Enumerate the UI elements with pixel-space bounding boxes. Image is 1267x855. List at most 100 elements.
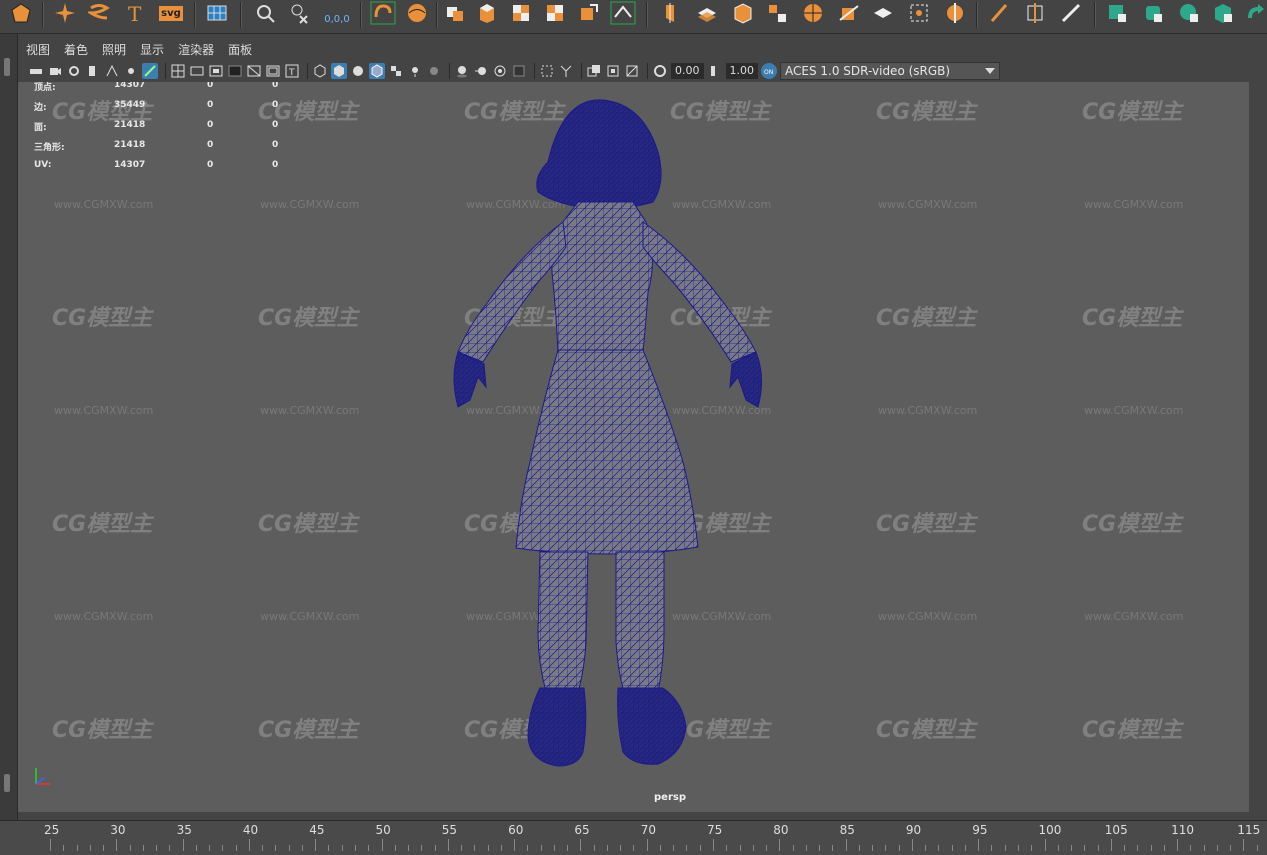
shelf-target-icon[interactable] <box>904 0 934 26</box>
anti-aliasing-icon[interactable] <box>492 63 508 79</box>
shelf-knife-icon[interactable] <box>1056 0 1086 26</box>
lights-icon[interactable] <box>407 63 423 79</box>
menu-panels[interactable]: 面板 <box>228 41 252 58</box>
resolution-gate-icon[interactable] <box>208 63 224 79</box>
shelf-multicut-icon[interactable] <box>1020 0 1050 26</box>
timeline-frame-label: 115 <box>1237 823 1261 837</box>
shelf-svg-icon[interactable]: svg <box>156 0 186 26</box>
shelf-teal-cube-icon[interactable] <box>1208 0 1238 26</box>
shelf-split-icon[interactable] <box>656 0 686 26</box>
pencil-icon[interactable] <box>142 63 158 79</box>
timeline-tick <box>142 845 144 851</box>
camera-attributes-icon[interactable] <box>47 63 63 79</box>
timeline-tick <box>819 845 821 851</box>
shelf-teal-box-icon[interactable] <box>1102 0 1132 26</box>
shelf-mirror-icon[interactable] <box>940 0 970 26</box>
shelf-pen-icon[interactable] <box>984 0 1014 26</box>
shelf-teal-cylinder-icon[interactable] <box>1138 0 1168 26</box>
motion-blur-icon[interactable] <box>473 63 489 79</box>
timeline-tick <box>580 839 582 851</box>
3d-viewport[interactable]: CG模型主 www.CGMXW.com CG模型主 www.CGMXW.com CG模型… <box>18 82 1249 812</box>
image-plane-icon[interactable] <box>85 63 101 79</box>
exposure-field[interactable]: 0.00 <box>671 63 704 79</box>
shelf-extrude-icon[interactable] <box>472 0 502 26</box>
hair-mesh <box>536 99 662 209</box>
xray-joints-icon[interactable] <box>586 63 602 79</box>
timeline-tick <box>381 839 383 851</box>
shelf-cube-split-icon[interactable] <box>440 0 470 26</box>
shelf-magnifier-icon[interactable] <box>250 0 280 26</box>
menu-shading[interactable]: 着色 <box>64 41 88 58</box>
exposure-icon[interactable] <box>652 63 668 79</box>
timeline-tick <box>1163 845 1165 851</box>
timeline-frame-label: 105 <box>1104 823 1128 837</box>
shelf-plane-icon[interactable] <box>868 0 898 26</box>
shelf-spring-icon[interactable] <box>84 0 114 26</box>
shelf-bevel-icon[interactable] <box>608 0 638 26</box>
shelf-wheel-icon[interactable] <box>798 0 828 26</box>
safe-title-icon[interactable]: T <box>284 63 300 79</box>
shelf-sphere-icon[interactable] <box>402 0 432 26</box>
depth-of-field-icon[interactable] <box>511 63 527 79</box>
shelf-slice-icon[interactable] <box>834 0 864 26</box>
grease-pencil-icon[interactable] <box>123 63 139 79</box>
gate-mask-icon[interactable] <box>227 63 243 79</box>
default-material-icon[interactable] <box>350 63 366 79</box>
select-camera-icon[interactable] <box>28 63 44 79</box>
shelf-combine-icon[interactable] <box>540 0 570 26</box>
color-space-value: ACES 1.0 SDR-video (sRGB) <box>785 64 951 78</box>
wireframe-icon[interactable] <box>312 63 328 79</box>
character-wireframe-model[interactable] <box>18 82 1249 812</box>
menu-renderer[interactable]: 渲染器 <box>178 41 214 58</box>
grid-icon[interactable] <box>170 63 186 79</box>
color-space-dropdown[interactable]: ACES 1.0 SDR-video (sRGB) <box>780 62 1000 80</box>
xray-icon[interactable] <box>558 63 574 79</box>
shelf-checker-icon[interactable] <box>506 0 536 26</box>
wireframe-on-shaded-icon[interactable] <box>369 63 385 79</box>
gamma-field[interactable]: 1.00 <box>725 63 758 79</box>
shelf-layers-icon[interactable] <box>692 0 722 26</box>
shelf-teal-sphere-icon[interactable] <box>1174 0 1204 26</box>
shelf-sparkle-icon[interactable] <box>50 0 80 26</box>
isolate-select-icon[interactable] <box>539 63 555 79</box>
shelf-delete-history-icon[interactable] <box>284 0 314 26</box>
smooth-shade-icon[interactable] <box>331 63 347 79</box>
shelf-bridge-icon[interactable] <box>574 0 604 26</box>
tool-handle[interactable] <box>4 58 10 76</box>
shelf-polygon-icon[interactable] <box>6 0 36 26</box>
shelf-box-icon[interactable] <box>728 0 758 26</box>
timeline-tick <box>514 839 516 851</box>
film-gate-icon[interactable] <box>189 63 205 79</box>
shelf-toolbar: T svg 0,0,0 <box>0 0 1267 34</box>
timeline-frame-label: 50 <box>375 823 391 837</box>
timeline-tick <box>766 845 768 851</box>
time-slider[interactable]: 25 30 35 40 45 50 55 60 65 70 75 80 85 90 95 100 105 110 1… <box>0 820 1267 855</box>
timeline-tick <box>447 839 449 851</box>
2d-pan-zoom-icon[interactable] <box>104 63 120 79</box>
shelf-teal-arrow-icon[interactable] <box>1240 0 1267 26</box>
gamma-icon[interactable] <box>707 63 723 79</box>
bookmark-camera-icon[interactable] <box>66 63 82 79</box>
shelf-grid-icon[interactable] <box>202 0 232 26</box>
tool-handle[interactable] <box>4 774 10 792</box>
shelf-separator <box>194 2 196 28</box>
shadows-icon[interactable] <box>426 63 442 79</box>
shelf-text-icon[interactable]: T <box>120 0 150 26</box>
timeline-tick <box>845 839 847 851</box>
toolbar-separator <box>307 63 308 79</box>
menu-show[interactable]: 显示 <box>140 41 164 58</box>
color-management-icon[interactable]: ON <box>761 63 777 79</box>
ambient-occlusion-icon[interactable] <box>454 63 470 79</box>
frame-icon[interactable] <box>624 63 640 79</box>
timeline-tick <box>659 845 661 851</box>
shelf-freeze-transform-icon[interactable]: 0,0,0 <box>320 0 354 26</box>
shelf-separate-icon[interactable] <box>762 0 792 26</box>
textured-icon[interactable] <box>388 63 404 79</box>
timeline-tick <box>673 845 675 851</box>
field-chart-icon[interactable] <box>246 63 262 79</box>
menu-view[interactable]: 视图 <box>26 41 50 58</box>
menu-lighting[interactable]: 照明 <box>102 41 126 58</box>
shelf-loop-icon[interactable] <box>368 0 398 26</box>
safe-action-icon[interactable] <box>265 63 281 79</box>
xray-active-icon[interactable] <box>605 63 621 79</box>
